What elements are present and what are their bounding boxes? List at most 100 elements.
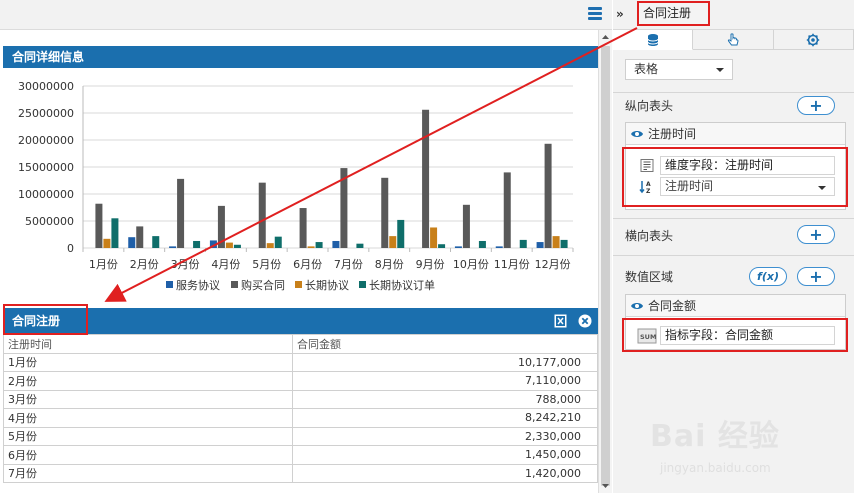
selected-component-title: 合同注册 — [637, 1, 710, 26]
chart-panel[interactable]: 合同详细信息 30000000 25000000 20000000 15000000 1… — [3, 46, 598, 298]
value-field-head: 合同金额 — [626, 295, 845, 317]
gear-icon — [807, 33, 820, 46]
cell-amount: 10,177,000 — [292, 352, 598, 372]
export-excel-icon[interactable] — [554, 314, 568, 328]
table-row[interactable]: 6月份 1,450,000 — [3, 445, 598, 465]
horizontal-header-label: 横向表头 — [625, 229, 674, 243]
x-tick-label: 7月份 — [334, 258, 363, 271]
bar — [193, 240, 201, 248]
bar — [111, 218, 119, 248]
legend-label: 购买合同 — [241, 278, 285, 292]
annotation-box-table-title — [3, 304, 88, 335]
cell-time: 6月份 — [3, 445, 293, 465]
scroll-down-icon[interactable] — [600, 480, 611, 491]
cell-amount: 1,450,000 — [292, 445, 598, 465]
menu-icon[interactable] — [588, 7, 602, 21]
cell-time: 4月份 — [3, 408, 293, 428]
eye-icon[interactable] — [630, 129, 644, 139]
property-tabs — [613, 30, 854, 50]
y-tick-label: 20000000 — [18, 134, 74, 147]
canvas-scrollbar[interactable] — [598, 30, 612, 493]
table-row[interactable]: 7月份 1,420,000 — [3, 463, 598, 483]
app-root: 合同详细信息 30000000 25000000 20000000 15000000 1… — [0, 0, 854, 493]
cell-time: 2月份 — [3, 371, 293, 391]
legend-label: 长期协议 — [305, 278, 349, 292]
table-row[interactable]: 3月份 788,000 — [3, 389, 598, 409]
bar — [315, 242, 323, 248]
bar — [217, 205, 225, 248]
bar — [136, 226, 144, 248]
bar — [422, 109, 430, 248]
legend-swatch — [295, 281, 302, 288]
table-panel[interactable]: 合同注册 注册时间 合同金额 1月份 10,177,000 2月份 7,110,… — [3, 308, 598, 493]
table-row[interactable]: 5月份 2,330,000 — [3, 426, 598, 446]
add-horizontal-field-button[interactable]: + — [797, 225, 835, 244]
formula-button[interactable]: f(x) — [749, 267, 787, 286]
bar — [340, 168, 348, 248]
legend-swatch — [231, 281, 238, 288]
cell-amount: 7,110,000 — [292, 371, 598, 391]
vertical-field-head: 注册时间 — [626, 123, 845, 145]
bar — [233, 244, 241, 248]
add-value-field-button[interactable]: + — [797, 267, 835, 286]
canvas-toolbar — [0, 0, 612, 30]
cell-amount: 8,242,210 — [292, 408, 598, 428]
y-tick-label: 15000000 — [18, 161, 74, 174]
bar — [274, 236, 282, 248]
cell-amount: 788,000 — [292, 389, 598, 409]
plus-icon: + — [809, 95, 823, 115]
table-row[interactable]: 2月份 7,110,000 — [3, 371, 598, 391]
column-header-amount[interactable]: 合同金额 — [292, 334, 598, 354]
vertical-header-label: 纵向表头 — [625, 99, 674, 113]
close-icon[interactable] — [578, 314, 592, 328]
cell-amount: 1,420,000 — [292, 463, 598, 483]
x-tick-label: 6月份 — [293, 258, 322, 271]
eye-icon[interactable] — [630, 301, 644, 311]
y-tick-label: 30000000 — [18, 80, 74, 93]
chevron-down-icon — [716, 68, 724, 72]
bar — [478, 240, 486, 248]
x-tick-label: 11月份 — [494, 258, 530, 271]
component-type-select[interactable]: 表格 — [625, 59, 733, 80]
bar — [356, 243, 364, 248]
bar — [454, 246, 462, 248]
x-tick-label: 5月份 — [252, 258, 281, 271]
table-panel-title: 合同注册 — [3, 308, 598, 334]
bar — [95, 203, 103, 248]
table-row[interactable]: 1月份 10,177,000 — [3, 352, 598, 372]
bar — [266, 243, 274, 248]
y-tick-label: 0 — [67, 242, 74, 255]
x-tick-label: 3月份 — [171, 258, 200, 271]
chart-panel-title: 合同详细信息 — [3, 46, 598, 68]
bar — [209, 240, 217, 248]
add-vertical-field-button[interactable]: + — [797, 96, 835, 115]
tab-settings[interactable] — [773, 30, 854, 50]
pointer-hand-icon — [727, 32, 739, 45]
collapse-icon[interactable]: » — [616, 7, 624, 21]
bar — [536, 242, 544, 248]
bar — [438, 244, 446, 248]
report-canvas: 合同详细信息 30000000 25000000 20000000 15000000 1… — [0, 0, 612, 493]
function-icon: f(x) — [757, 270, 779, 283]
bar — [560, 239, 568, 248]
cell-time: 7月份 — [3, 463, 293, 483]
x-tick-label: 4月份 — [211, 258, 240, 271]
table-row[interactable]: 4月份 8,242,210 — [3, 408, 598, 428]
watermark-brand: Bai 经验 — [650, 419, 780, 454]
bar — [128, 237, 136, 248]
scroll-up-icon[interactable] — [600, 32, 611, 43]
bar — [389, 236, 397, 248]
database-icon — [647, 33, 659, 46]
tab-data[interactable] — [613, 30, 694, 50]
component-type-value: 表格 — [634, 62, 659, 76]
bar — [258, 182, 266, 248]
watermark-url: jingyan.baidu.com — [660, 461, 771, 475]
table-body: 1月份 10,177,000 2月份 7,110,000 3月份 788,000 4月份 8,… — [3, 352, 598, 483]
column-header-time[interactable]: 注册时间 — [3, 334, 293, 354]
scroll-thumb[interactable] — [601, 46, 610, 486]
y-tick-label: 5000000 — [25, 215, 74, 228]
bar — [103, 238, 111, 248]
watermark: Bai 经验 jingyan.baidu.com — [650, 405, 850, 490]
tab-interaction[interactable] — [693, 30, 774, 50]
divider — [613, 218, 854, 219]
